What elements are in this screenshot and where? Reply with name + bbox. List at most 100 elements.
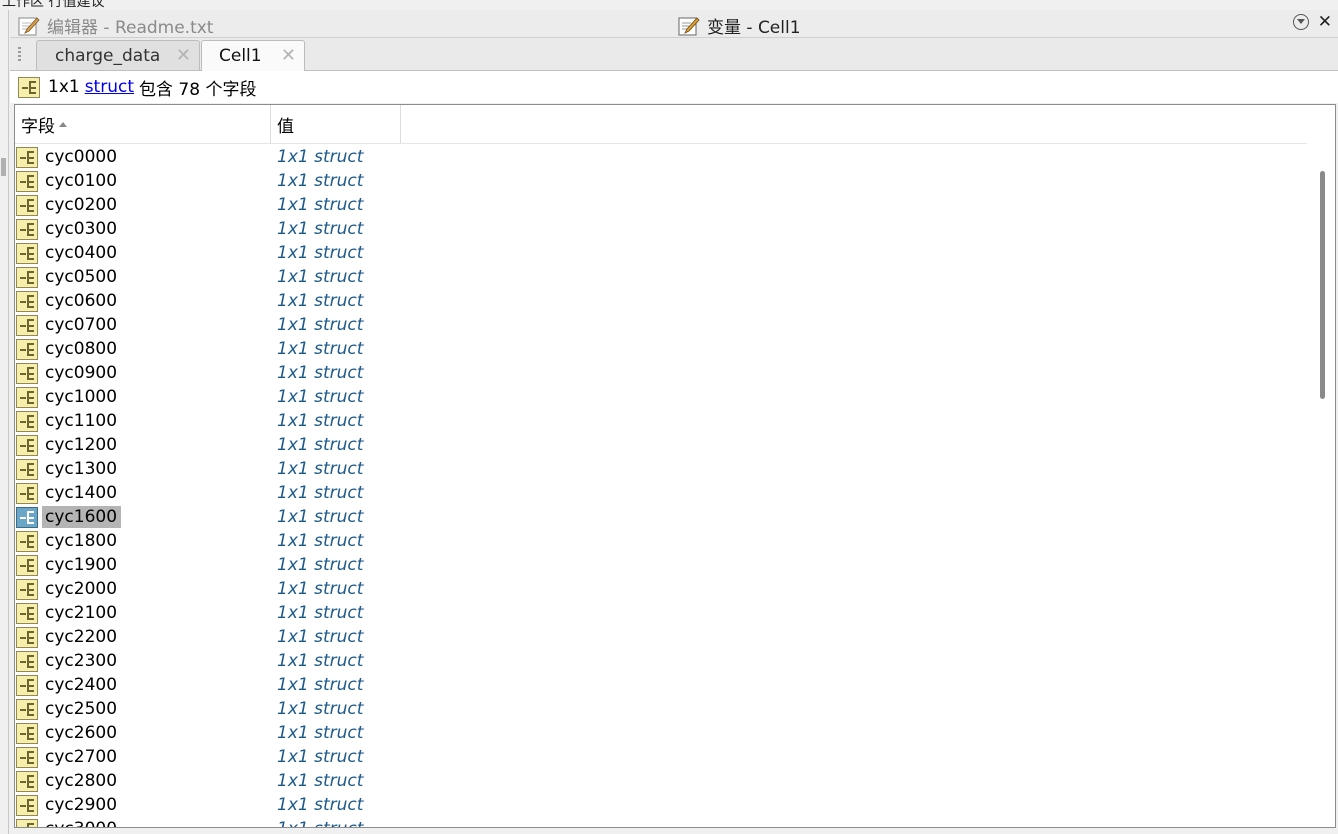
field-value[interactable]: 1x1 struct — [277, 795, 363, 815]
table-row[interactable]: cyc0700 1x1 struct — [15, 313, 1307, 337]
table-row[interactable]: cyc1600 1x1 struct — [15, 505, 1307, 529]
field-name[interactable]: cyc0800 — [42, 338, 121, 360]
table-row[interactable]: cyc1300 1x1 struct — [15, 457, 1307, 481]
table-row[interactable]: cyc2800 1x1 struct — [15, 769, 1307, 793]
tab-cell1[interactable]: Cell1 ✕ — [201, 40, 305, 71]
table-row[interactable]: cyc2000 1x1 struct — [15, 577, 1307, 601]
field-name[interactable]: cyc2700 — [42, 746, 121, 768]
tab-close-icon[interactable]: ✕ — [281, 45, 296, 66]
field-value[interactable]: 1x1 struct — [277, 459, 363, 479]
field-value[interactable]: 1x1 struct — [277, 411, 363, 431]
scrollbar-thumb[interactable] — [1320, 171, 1325, 399]
tabbar-grip[interactable] — [18, 47, 21, 63]
table-row[interactable]: cyc0900 1x1 struct — [15, 361, 1307, 385]
field-value[interactable]: 1x1 struct — [277, 483, 363, 503]
field-value[interactable]: 1x1 struct — [277, 507, 363, 527]
table-row[interactable]: cyc1200 1x1 struct — [15, 433, 1307, 457]
field-value[interactable]: 1x1 struct — [277, 147, 363, 167]
field-name[interactable]: cyc0100 — [42, 170, 121, 192]
field-name[interactable]: cyc3000 — [42, 818, 121, 827]
table-row[interactable]: cyc2700 1x1 struct — [15, 745, 1307, 769]
table-row[interactable]: cyc0500 1x1 struct — [15, 265, 1307, 289]
field-value[interactable]: 1x1 struct — [277, 819, 363, 827]
table-row[interactable]: cyc0300 1x1 struct — [15, 217, 1307, 241]
field-name[interactable]: cyc1400 — [42, 482, 121, 504]
table-row[interactable]: cyc2600 1x1 struct — [15, 721, 1307, 745]
table-row[interactable]: cyc1100 1x1 struct — [15, 409, 1307, 433]
vertical-scrollbar[interactable] — [1311, 143, 1335, 827]
table-row[interactable]: cyc2100 1x1 struct — [15, 601, 1307, 625]
field-value[interactable]: 1x1 struct — [277, 627, 363, 647]
table-row[interactable]: cyc0000 1x1 struct — [15, 145, 1307, 169]
field-value[interactable]: 1x1 struct — [277, 747, 363, 767]
field-name[interactable]: cyc1300 — [42, 458, 121, 480]
field-value[interactable]: 1x1 struct — [277, 171, 363, 191]
table-row[interactable]: cyc2200 1x1 struct — [15, 625, 1307, 649]
field-name[interactable]: cyc0400 — [42, 242, 121, 264]
column-header-field[interactable]: 字段 — [15, 105, 271, 143]
table-row[interactable]: cyc0100 1x1 struct — [15, 169, 1307, 193]
field-value[interactable]: 1x1 struct — [277, 699, 363, 719]
field-name[interactable]: cyc2300 — [42, 650, 121, 672]
field-value[interactable]: 1x1 struct — [277, 315, 363, 335]
field-value[interactable]: 1x1 struct — [277, 363, 363, 383]
field-name[interactable]: cyc1900 — [42, 554, 121, 576]
field-value[interactable]: 1x1 struct — [277, 435, 363, 455]
field-name[interactable]: cyc2200 — [42, 626, 121, 648]
field-name[interactable]: cyc0300 — [42, 218, 121, 240]
editor-title-group[interactable]: 编辑器 - Readme.txt — [18, 13, 213, 38]
field-name[interactable]: cyc0000 — [42, 146, 121, 168]
table-row[interactable]: cyc0800 1x1 struct — [15, 337, 1307, 361]
field-name[interactable]: cyc2500 — [42, 698, 121, 720]
table-row[interactable]: cyc1400 1x1 struct — [15, 481, 1307, 505]
field-value[interactable]: 1x1 struct — [277, 723, 363, 743]
field-name[interactable]: cyc2000 — [42, 578, 121, 600]
table-row[interactable]: cyc2900 1x1 struct — [15, 793, 1307, 817]
column-header-value[interactable]: 值 — [271, 105, 401, 143]
table-row[interactable]: cyc0400 1x1 struct — [15, 241, 1307, 265]
struct-link[interactable]: struct — [85, 77, 134, 97]
table-row[interactable]: cyc0600 1x1 struct — [15, 289, 1307, 313]
table-row[interactable]: cyc3000 1x1 struct — [15, 817, 1307, 827]
field-value[interactable]: 1x1 struct — [277, 555, 363, 575]
field-value[interactable]: 1x1 struct — [277, 339, 363, 359]
field-name[interactable]: cyc0200 — [42, 194, 121, 216]
field-name[interactable]: cyc2800 — [42, 770, 121, 792]
field-name[interactable]: cyc1600 — [42, 506, 122, 528]
field-name[interactable]: cyc0600 — [42, 290, 121, 312]
variable-title-group[interactable]: 变量 - Cell1 — [678, 13, 801, 38]
table-row[interactable]: cyc0200 1x1 struct — [15, 193, 1307, 217]
field-value[interactable]: 1x1 struct — [277, 267, 363, 287]
field-name[interactable]: cyc2600 — [42, 722, 121, 744]
field-name[interactable]: cyc0700 — [42, 314, 121, 336]
close-icon[interactable]: ✕ — [1318, 13, 1332, 31]
field-value[interactable]: 1x1 struct — [277, 291, 363, 311]
field-name[interactable]: cyc2400 — [42, 674, 121, 696]
field-value[interactable]: 1x1 struct — [277, 243, 363, 263]
field-name[interactable]: cyc0500 — [42, 266, 121, 288]
tab-close-icon[interactable]: ✕ — [176, 45, 191, 66]
table-row[interactable]: cyc2300 1x1 struct — [15, 649, 1307, 673]
field-value[interactable]: 1x1 struct — [277, 387, 363, 407]
table-row[interactable]: cyc2500 1x1 struct — [15, 697, 1307, 721]
tab-charge-data[interactable]: charge_data ✕ — [36, 40, 200, 70]
field-name[interactable]: cyc2900 — [42, 794, 121, 816]
table-row[interactable]: cyc1900 1x1 struct — [15, 553, 1307, 577]
dropdown-circle-icon[interactable] — [1292, 14, 1309, 30]
field-value[interactable]: 1x1 struct — [277, 771, 363, 791]
field-name[interactable]: cyc1200 — [42, 434, 121, 456]
field-value[interactable]: 1x1 struct — [277, 651, 363, 671]
field-value[interactable]: 1x1 struct — [277, 195, 363, 215]
field-value[interactable]: 1x1 struct — [277, 675, 363, 695]
field-value[interactable]: 1x1 struct — [277, 603, 363, 623]
table-row[interactable]: cyc1800 1x1 struct — [15, 529, 1307, 553]
field-name[interactable]: cyc1800 — [42, 530, 121, 552]
field-value[interactable]: 1x1 struct — [277, 579, 363, 599]
field-name[interactable]: cyc2100 — [42, 602, 121, 624]
field-value[interactable]: 1x1 struct — [277, 219, 363, 239]
field-name[interactable]: cyc1000 — [42, 386, 121, 408]
field-value[interactable]: 1x1 struct — [277, 531, 363, 551]
table-row[interactable]: cyc1000 1x1 struct — [15, 385, 1307, 409]
field-name[interactable]: cyc0900 — [42, 362, 121, 384]
table-row[interactable]: cyc2400 1x1 struct — [15, 673, 1307, 697]
